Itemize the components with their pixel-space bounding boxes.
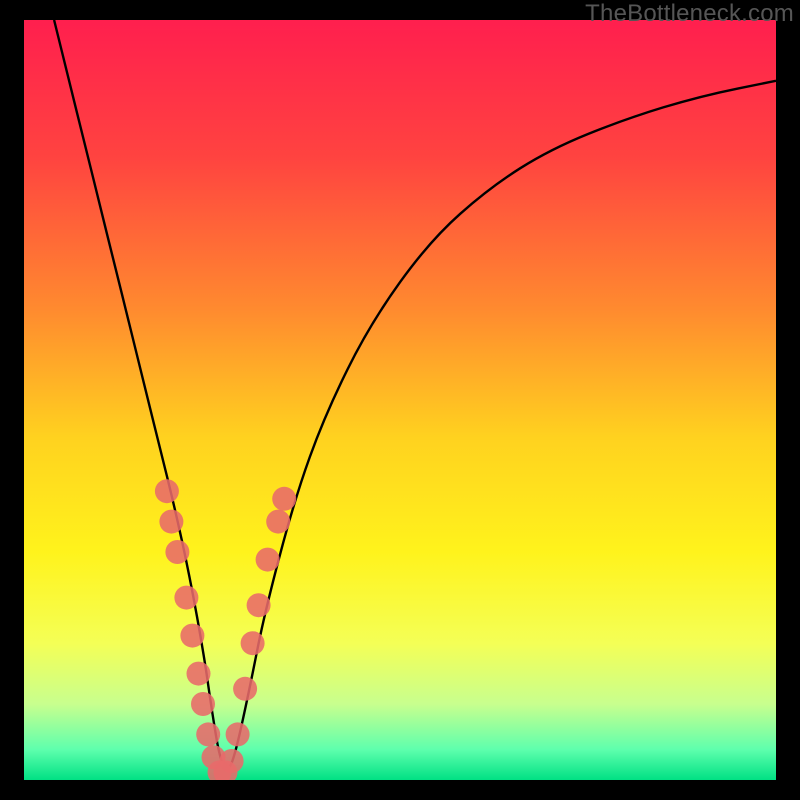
chart-frame [24,20,776,780]
marker-dot [247,593,271,617]
gradient-background [24,20,776,780]
marker-dot [191,692,215,716]
marker-dot [266,510,290,534]
marker-dot [272,487,296,511]
marker-dot [196,722,220,746]
marker-dot [180,624,204,648]
marker-dot [174,586,198,610]
marker-dot [187,662,211,686]
bottleneck-chart [24,20,776,780]
marker-dot [165,540,189,564]
marker-dot [256,548,280,572]
marker-dot [241,631,265,655]
marker-dot [233,677,257,701]
marker-dot [226,722,250,746]
marker-dot [220,749,244,773]
marker-dot [155,479,179,503]
watermark-text: TheBottleneck.com [585,0,794,28]
marker-dot [159,510,183,534]
